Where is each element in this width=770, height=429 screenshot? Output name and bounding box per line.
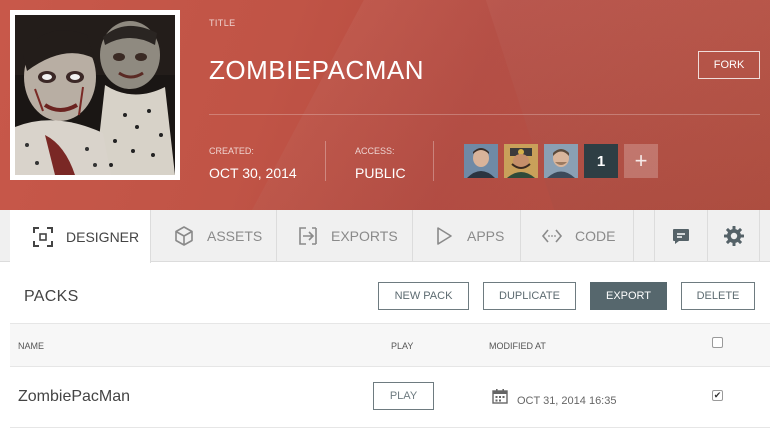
collaborator-avatar[interactable]	[504, 144, 538, 178]
tab-chat[interactable]	[654, 210, 708, 262]
column-header-modified[interactable]: MODIFIED AT	[489, 341, 546, 351]
column-header-play: PLAY	[391, 341, 414, 351]
created-date: OCT 30, 2014	[209, 165, 297, 181]
collaborator-avatar-image	[544, 144, 578, 178]
access-label: ACCESS:	[355, 146, 395, 156]
table-header: NAME PLAY MODIFIED AT	[10, 323, 770, 367]
collaborator-count-badge[interactable]: 1	[584, 144, 618, 178]
project-header: TITLE ZOMBIEPACMAN FORK CREATED: OCT 30,…	[0, 0, 770, 210]
export-arrow-icon	[297, 225, 319, 247]
collaborator-avatar[interactable]	[544, 144, 578, 178]
tab-apps[interactable]: APPS	[413, 210, 521, 262]
tab-label: EXPORTS	[331, 228, 398, 244]
collaborator-avatar-image	[464, 144, 498, 178]
tab-label: APPS	[467, 228, 505, 244]
checkmark-icon: ✔	[713, 390, 722, 400]
export-button[interactable]: EXPORT	[590, 282, 667, 310]
tab-label: CODE	[575, 228, 616, 244]
zombie-thumbnail-image	[15, 15, 175, 175]
select-all-checkbox[interactable]	[712, 337, 723, 348]
play-button[interactable]: PLAY	[373, 382, 434, 410]
duplicate-button[interactable]: DUPLICATE	[483, 282, 576, 310]
packs-heading: PACKS	[24, 288, 79, 305]
add-collaborator-button[interactable]: +	[624, 144, 658, 178]
title-label: TITLE	[209, 18, 236, 28]
code-brackets-icon	[541, 225, 563, 247]
tab-exports[interactable]: EXPORTS	[277, 210, 413, 262]
column-header-name[interactable]: NAME	[18, 341, 44, 351]
pack-name[interactable]: ZombiePacMan	[18, 388, 130, 406]
packs-table: NAME PLAY MODIFIED AT ZombiePacMan PLAY …	[10, 323, 770, 429]
designer-frame-icon	[32, 226, 54, 248]
tab-designer[interactable]: DESIGNER	[10, 210, 151, 263]
play-triangle-icon	[433, 225, 455, 247]
access-value[interactable]: PUBLIC	[355, 165, 406, 181]
meta-divider	[433, 141, 434, 181]
project-thumbnail	[10, 10, 180, 180]
project-title[interactable]: ZOMBIEPACMAN	[209, 55, 424, 86]
created-label: CREATED:	[209, 146, 254, 156]
tab-label: DESIGNER	[66, 228, 140, 245]
fork-button[interactable]: FORK	[698, 51, 760, 79]
tab-assets[interactable]: ASSETS	[151, 210, 277, 262]
meta-divider	[325, 141, 326, 181]
cube-icon	[173, 225, 195, 247]
tab-label: ASSETS	[207, 228, 263, 244]
table-row[interactable]: ZombiePacMan PLAY OCT 31, 2014 16:35 ✔	[10, 367, 770, 428]
chat-bubble-icon	[670, 225, 692, 247]
plus-icon: +	[634, 148, 648, 173]
tab-code[interactable]: CODE	[521, 210, 634, 262]
tab-settings[interactable]	[708, 210, 760, 262]
modified-date: OCT 31, 2014 16:35	[517, 395, 617, 407]
row-select-checkbox[interactable]: ✔	[712, 390, 723, 401]
header-divider	[209, 114, 760, 115]
collaborator-avatar-image	[504, 144, 538, 178]
calendar-icon	[492, 389, 508, 404]
tab-bar: DESIGNER ASSETS EXPORTS APPS CODE	[0, 210, 770, 263]
delete-button[interactable]: DELETE	[681, 282, 755, 310]
gear-icon	[723, 225, 745, 247]
new-pack-button[interactable]: NEW PACK	[378, 282, 469, 310]
collaborator-avatar[interactable]	[464, 144, 498, 178]
